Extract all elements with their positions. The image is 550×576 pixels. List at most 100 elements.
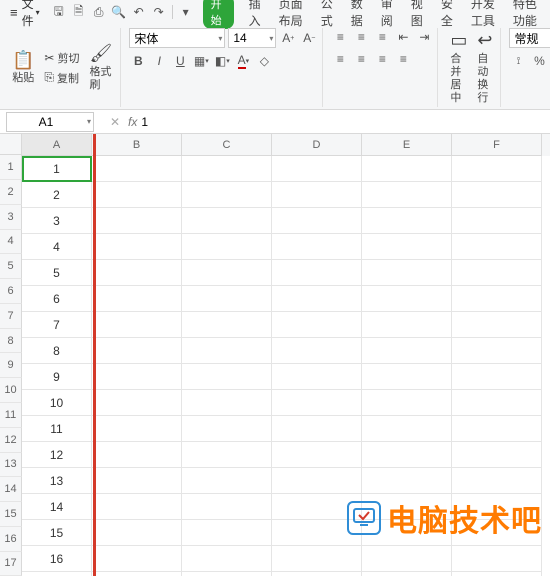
cell[interactable] bbox=[182, 546, 272, 572]
cell[interactable] bbox=[92, 520, 182, 546]
cell[interactable]: 16 bbox=[22, 546, 92, 572]
cell[interactable] bbox=[452, 364, 542, 390]
increase-font-button[interactable]: A+ bbox=[279, 29, 297, 47]
cell[interactable] bbox=[272, 234, 362, 260]
cell[interactable] bbox=[362, 156, 452, 182]
chevron-down-icon[interactable]: ▾ bbox=[216, 34, 224, 43]
cell[interactable] bbox=[272, 338, 362, 364]
cell[interactable] bbox=[452, 546, 542, 572]
cell[interactable] bbox=[452, 208, 542, 234]
cell[interactable] bbox=[92, 338, 182, 364]
cell[interactable] bbox=[272, 286, 362, 312]
font-color-button[interactable]: A▾ bbox=[234, 52, 252, 70]
cell[interactable] bbox=[272, 182, 362, 208]
cell[interactable] bbox=[92, 260, 182, 286]
cell[interactable]: 3 bbox=[22, 208, 92, 234]
cell[interactable] bbox=[182, 364, 272, 390]
cell[interactable]: 8 bbox=[22, 338, 92, 364]
qat-dropdown-icon[interactable]: ▾ bbox=[179, 5, 193, 19]
align-bottom-button[interactable]: ≡ bbox=[373, 28, 391, 46]
undo-icon[interactable]: ↶ bbox=[132, 5, 146, 19]
column-header-E[interactable]: E bbox=[362, 134, 452, 156]
file-menu-button[interactable]: 文件 ▾ bbox=[4, 0, 46, 24]
number-format-combo[interactable]: ▾ bbox=[509, 28, 550, 48]
copy-button[interactable]: ⎘ 复制 bbox=[40, 69, 83, 87]
cell[interactable] bbox=[182, 286, 272, 312]
cell[interactable] bbox=[362, 416, 452, 442]
number-format-input[interactable] bbox=[510, 31, 550, 45]
font-name-combo[interactable]: ▾ bbox=[129, 28, 225, 48]
format-painter-button[interactable]: 🖌 格式刷 bbox=[85, 41, 116, 94]
cell[interactable] bbox=[452, 234, 542, 260]
column-header-B[interactable]: B bbox=[92, 134, 182, 156]
align-right-button[interactable]: ≡ bbox=[373, 50, 391, 68]
row-header[interactable]: 11 bbox=[0, 403, 22, 428]
row-header[interactable]: 13 bbox=[0, 453, 22, 478]
cell[interactable] bbox=[452, 182, 542, 208]
cell[interactable]: 10 bbox=[22, 390, 92, 416]
redo-icon[interactable]: ↷ bbox=[152, 5, 166, 19]
column-header-F[interactable]: F bbox=[452, 134, 542, 156]
cell[interactable] bbox=[452, 468, 542, 494]
name-box-input[interactable] bbox=[7, 115, 85, 129]
row-header[interactable]: 12 bbox=[0, 428, 22, 453]
cell[interactable] bbox=[362, 546, 452, 572]
cell[interactable]: 15 bbox=[22, 520, 92, 546]
bold-button[interactable]: B bbox=[129, 52, 147, 70]
cell[interactable] bbox=[182, 494, 272, 520]
cell[interactable] bbox=[272, 390, 362, 416]
print-preview-icon[interactable]: 🔍 bbox=[112, 5, 126, 19]
cell[interactable] bbox=[452, 390, 542, 416]
align-middle-button[interactable]: ≡ bbox=[352, 28, 370, 46]
cell[interactable] bbox=[452, 312, 542, 338]
cell[interactable] bbox=[272, 416, 362, 442]
chevron-down-icon[interactable]: ▾ bbox=[267, 34, 275, 43]
cell[interactable] bbox=[92, 442, 182, 468]
justify-button[interactable]: ≡ bbox=[394, 50, 412, 68]
cell[interactable] bbox=[362, 182, 452, 208]
cell[interactable] bbox=[272, 442, 362, 468]
cell[interactable] bbox=[272, 260, 362, 286]
cell[interactable] bbox=[92, 182, 182, 208]
cell[interactable] bbox=[362, 442, 452, 468]
font-name-input[interactable] bbox=[130, 31, 216, 45]
name-box[interactable]: ▾ bbox=[6, 112, 94, 132]
cell[interactable] bbox=[362, 260, 452, 286]
cell[interactable] bbox=[452, 260, 542, 286]
row-header[interactable]: 7 bbox=[0, 304, 22, 329]
cell[interactable] bbox=[92, 234, 182, 260]
wrap-text-button[interactable]: ↩ 自动换行 bbox=[473, 28, 496, 107]
cell[interactable] bbox=[182, 442, 272, 468]
column-header-D[interactable]: D bbox=[272, 134, 362, 156]
column-header-C[interactable]: C bbox=[182, 134, 272, 156]
cell[interactable] bbox=[362, 338, 452, 364]
select-all-corner[interactable] bbox=[0, 134, 22, 155]
cell[interactable] bbox=[182, 312, 272, 338]
cell[interactable] bbox=[362, 390, 452, 416]
cell[interactable] bbox=[452, 572, 542, 576]
cell[interactable] bbox=[272, 364, 362, 390]
cell[interactable]: 7 bbox=[22, 312, 92, 338]
cell[interactable] bbox=[92, 468, 182, 494]
cell[interactable] bbox=[92, 156, 182, 182]
row-header[interactable]: 16 bbox=[0, 527, 22, 552]
cell[interactable] bbox=[272, 546, 362, 572]
cell[interactable] bbox=[452, 416, 542, 442]
cell[interactable] bbox=[182, 520, 272, 546]
border-button[interactable]: ▦▾ bbox=[192, 52, 210, 70]
cell[interactable] bbox=[362, 312, 452, 338]
row-header[interactable]: 3 bbox=[0, 205, 22, 230]
fx-label[interactable]: fx bbox=[128, 115, 137, 129]
percent-button[interactable]: % bbox=[530, 52, 548, 70]
cell[interactable] bbox=[182, 572, 272, 576]
cell[interactable] bbox=[182, 468, 272, 494]
align-top-button[interactable]: ≡ bbox=[331, 28, 349, 46]
fill-color-button[interactable]: ◧▾ bbox=[213, 52, 231, 70]
cell[interactable] bbox=[272, 312, 362, 338]
cell[interactable] bbox=[182, 234, 272, 260]
row-header[interactable]: 5 bbox=[0, 254, 22, 279]
cell[interactable] bbox=[182, 338, 272, 364]
cell[interactable] bbox=[452, 442, 542, 468]
cell[interactable] bbox=[452, 286, 542, 312]
font-size-input[interactable] bbox=[229, 31, 267, 45]
